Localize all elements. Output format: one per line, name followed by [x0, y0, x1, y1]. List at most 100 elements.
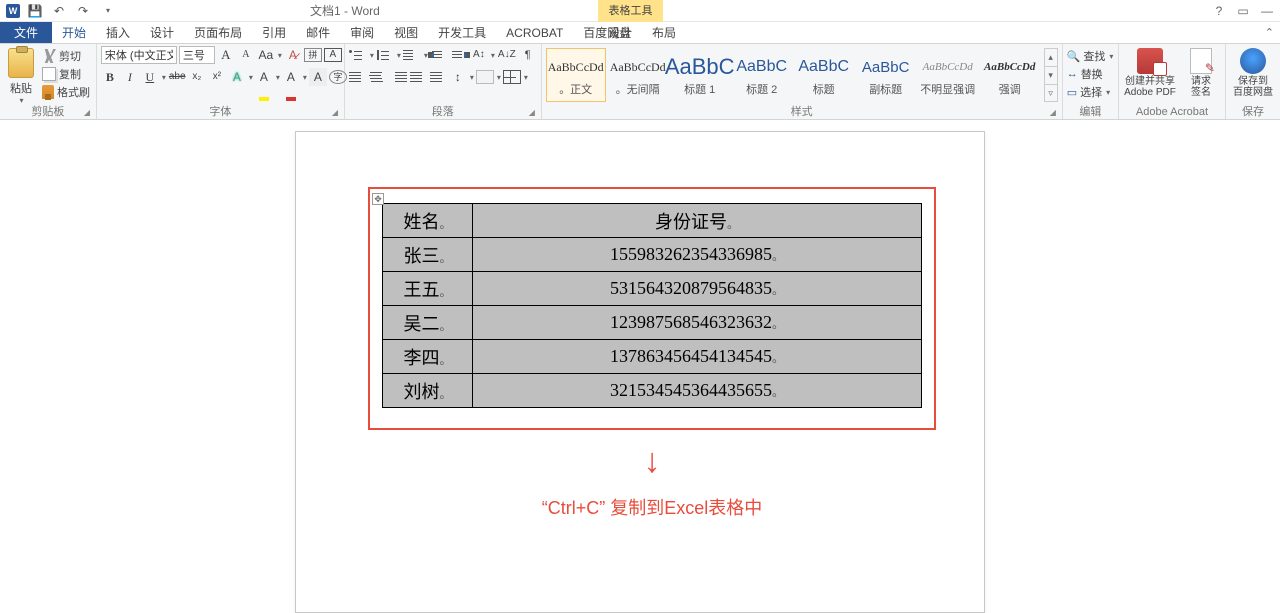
paste-button[interactable]: 粘贴 ▾ — [4, 46, 38, 105]
tab-table-design[interactable]: 设计 — [598, 22, 642, 44]
font-dialog-icon[interactable]: ◢ — [332, 108, 342, 118]
tab-mailings[interactable]: 邮件 — [296, 22, 340, 43]
format-painter-button[interactable]: 格式刷 — [42, 84, 90, 100]
show-marks-button[interactable]: ¶ — [519, 46, 537, 64]
paragraph-dialog-icon[interactable]: ◢ — [529, 108, 539, 118]
undo-icon[interactable]: ↶ — [50, 2, 68, 20]
tab-review[interactable]: 审阅 — [340, 22, 384, 43]
font-size-input[interactable] — [179, 46, 215, 64]
style-item[interactable]: AaBbC标题 1 — [670, 48, 730, 102]
character-border-button[interactable]: A — [324, 48, 342, 62]
style-item[interactable]: AaBbC副标题 — [856, 48, 916, 102]
gallery-expand-icon[interactable]: ▿ — [1045, 85, 1057, 102]
style-item[interactable]: AaBbC标题 — [794, 48, 854, 102]
request-sign-button[interactable]: 请求 签名 — [1181, 46, 1221, 98]
table-row[interactable]: 张三。155983262354336985。 — [383, 238, 922, 272]
redo-icon[interactable]: ↷ — [74, 2, 92, 20]
styles-dialog-icon[interactable]: ◢ — [1050, 108, 1060, 118]
table-header-id[interactable]: 身份证号。 — [473, 204, 922, 238]
char-shading-button[interactable]: A — [309, 68, 327, 86]
tab-page-layout[interactable]: 页面布局 — [184, 22, 252, 43]
phonetic-guide-button[interactable]: 拼 — [304, 48, 322, 62]
tab-file[interactable]: 文件 — [0, 22, 52, 43]
highlight-button[interactable]: A — [255, 68, 273, 86]
tab-home[interactable]: 开始 — [52, 22, 96, 43]
table-cell-name[interactable]: 王五。 — [383, 272, 473, 306]
minimize-icon[interactable]: — — [1260, 4, 1274, 18]
save-to-baidu-button[interactable]: 保存到 百度网盘 — [1230, 46, 1276, 98]
font-color-button[interactable]: A — [282, 68, 300, 86]
clipboard-dialog-icon[interactable]: ◢ — [84, 108, 94, 118]
table-cell-name[interactable]: 吴二。 — [383, 306, 473, 340]
table-header-name[interactable]: 姓名。 — [383, 204, 473, 238]
line-spacing-button[interactable]: ↕ — [449, 68, 467, 86]
tab-acrobat[interactable]: ACROBAT — [496, 22, 573, 43]
tab-table-layout[interactable]: 布局 — [642, 22, 686, 44]
numbering-button[interactable] — [376, 48, 394, 62]
decrease-indent-button[interactable] — [430, 48, 448, 62]
superscript-button[interactable]: x² — [208, 68, 226, 86]
strikethrough-button[interactable]: abe — [168, 68, 186, 86]
find-button[interactable]: 🔍查找▾ — [1067, 48, 1114, 64]
bullets-button[interactable] — [349, 48, 367, 62]
grow-font-button[interactable]: A — [217, 46, 235, 64]
font-name-input[interactable] — [101, 46, 177, 64]
ribbon-collapse-icon[interactable]: ⌃ — [1265, 22, 1274, 44]
cut-button[interactable]: 剪切 — [42, 48, 90, 64]
table-row[interactable]: 吴二。123987568546323632。 — [383, 306, 922, 340]
replace-button[interactable]: ↔替换 — [1067, 66, 1114, 82]
table-cell-id[interactable]: 321534545364435655。 — [473, 374, 922, 408]
align-right-button[interactable] — [389, 70, 407, 84]
qat-customize-icon[interactable]: ▾ — [99, 2, 117, 20]
subscript-button[interactable]: x₂ — [188, 68, 206, 86]
table-cell-name[interactable]: 张三。 — [383, 238, 473, 272]
ribbon-display-options-icon[interactable]: ▭ — [1236, 4, 1250, 18]
increase-indent-button[interactable] — [450, 48, 468, 62]
change-case-button[interactable]: Aa — [257, 46, 275, 64]
sort-button[interactable]: A↓Z — [497, 46, 517, 64]
table-row[interactable]: 刘树。321534545364435655。 — [383, 374, 922, 408]
document-table[interactable]: 姓名。 身份证号。 张三。155983262354336985。王五。53156… — [382, 203, 922, 408]
multilevel-list-button[interactable] — [403, 48, 421, 62]
align-left-button[interactable] — [349, 70, 367, 84]
style-item[interactable]: AaBbC标题 2 — [732, 48, 792, 102]
style-item[interactable]: AaBbCcDd强调 — [980, 48, 1040, 102]
table-cell-name[interactable]: 刘树。 — [383, 374, 473, 408]
gallery-row-down-icon[interactable]: ▾ — [1045, 67, 1057, 85]
table-row[interactable]: 王五。531564320879564835。 — [383, 272, 922, 306]
text-effects-button[interactable]: A — [228, 68, 246, 86]
bold-button[interactable]: B — [101, 68, 119, 86]
clear-formatting-button[interactable]: A̷ — [284, 46, 302, 64]
table-move-handle-icon[interactable]: ✥ — [372, 193, 384, 205]
borders-button[interactable] — [503, 70, 521, 84]
help-icon[interactable]: ? — [1212, 4, 1226, 18]
table-cell-name[interactable]: 李四。 — [383, 340, 473, 374]
table-cell-id[interactable]: 137863456454134545。 — [473, 340, 922, 374]
tab-view[interactable]: 视图 — [384, 22, 428, 43]
align-distributed-button[interactable] — [429, 70, 447, 84]
copy-button[interactable]: 复制 — [42, 66, 90, 82]
tab-references[interactable]: 引用 — [252, 22, 296, 43]
asian-layout-button[interactable]: A↕ — [470, 46, 488, 64]
style-item[interactable]: AaBbCcDd。正文 — [546, 48, 606, 102]
shading-button[interactable] — [476, 70, 494, 84]
tab-developer[interactable]: 开发工具 — [428, 22, 496, 43]
table-cell-id[interactable]: 123987568546323632。 — [473, 306, 922, 340]
create-pdf-button[interactable]: 创建并共享 Adobe PDF — [1123, 46, 1177, 98]
tab-design[interactable]: 设计 — [140, 22, 184, 43]
document-area[interactable]: ✥ 姓名。 身份证号。 张三。155983262354336985。王五。531… — [0, 121, 1280, 613]
table-cell-id[interactable]: 531564320879564835。 — [473, 272, 922, 306]
select-button[interactable]: ▭选择▾ — [1067, 84, 1114, 100]
style-item[interactable]: AaBbCcDd不明显强调 — [918, 48, 978, 102]
shrink-font-button[interactable]: A — [237, 46, 255, 64]
underline-button[interactable]: U — [141, 68, 159, 86]
table-cell-id[interactable]: 155983262354336985。 — [473, 238, 922, 272]
tab-insert[interactable]: 插入 — [96, 22, 140, 43]
paste-dropdown-icon[interactable]: ▾ — [5, 96, 38, 105]
italic-button[interactable]: I — [121, 68, 139, 86]
style-item[interactable]: AaBbCcDd。无间隔 — [608, 48, 668, 102]
styles-gallery-more[interactable]: ▴ ▾ ▿ — [1044, 48, 1058, 102]
align-center-button[interactable] — [369, 70, 387, 84]
table-row[interactable]: 李四。137863456454134545。 — [383, 340, 922, 374]
gallery-row-up-icon[interactable]: ▴ — [1045, 49, 1057, 67]
